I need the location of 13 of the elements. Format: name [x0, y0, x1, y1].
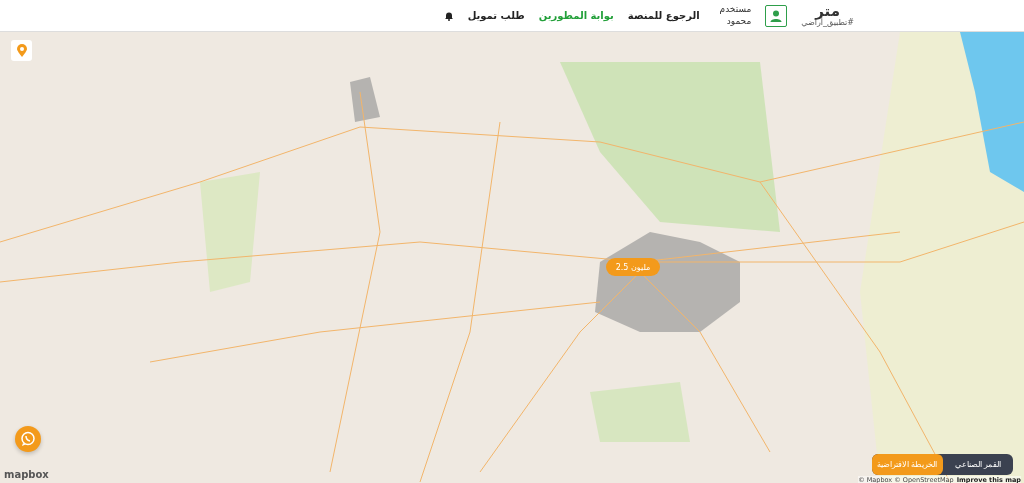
map-brand: mapbox [4, 469, 49, 480]
whatsapp-icon [20, 431, 36, 447]
nav-link[interactable]: بوابة المطورين [538, 10, 614, 21]
user-role: مستخدم [719, 3, 752, 16]
bell-icon[interactable] [443, 10, 454, 21]
logo-tagline: #تطبيق_أراضي [801, 19, 854, 27]
location-button[interactable] [11, 40, 32, 61]
user-name: محمود [725, 15, 752, 28]
nav-link[interactable]: طلب تمويل [467, 10, 525, 21]
map-pin-icon [16, 44, 27, 57]
user-avatar [765, 4, 788, 27]
logo-text: متر [815, 4, 840, 19]
nav-link[interactable]: الرجوع للمنصة [627, 10, 700, 21]
